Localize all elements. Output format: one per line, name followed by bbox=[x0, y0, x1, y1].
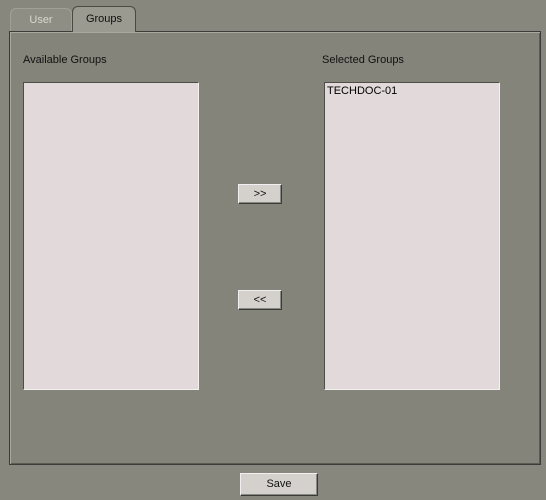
selected-groups-label: Selected Groups bbox=[322, 54, 404, 66]
add-group-button[interactable]: >> bbox=[238, 184, 282, 204]
groups-panel: Available Groups Selected Groups TECHDOC… bbox=[9, 31, 541, 465]
selected-groups-list[interactable]: TECHDOC-01 bbox=[324, 82, 500, 390]
available-groups-list[interactable] bbox=[23, 82, 199, 390]
remove-group-button[interactable]: << bbox=[238, 290, 282, 310]
groups-dialog: User Groups Available Groups Selected Gr… bbox=[0, 0, 546, 500]
list-item[interactable]: TECHDOC-01 bbox=[325, 83, 499, 99]
available-groups-label: Available Groups bbox=[23, 54, 107, 66]
save-button[interactable]: Save bbox=[240, 473, 318, 496]
tab-groups[interactable]: Groups bbox=[72, 6, 136, 32]
tab-user[interactable]: User bbox=[10, 8, 72, 31]
